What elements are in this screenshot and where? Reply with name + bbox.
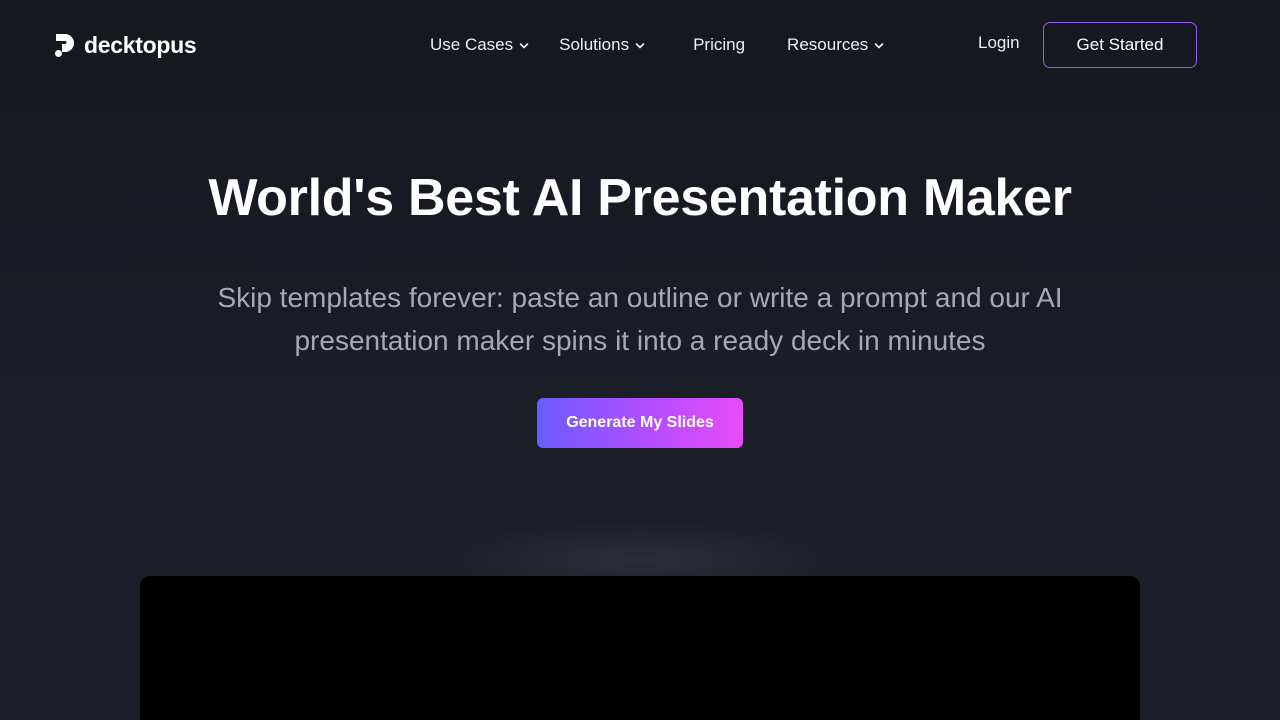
- nav-links: Use Cases Solutions Pricing Resources: [430, 33, 884, 57]
- page-title: World's Best AI Presentation Maker: [208, 169, 1072, 227]
- nav-item-use-cases[interactable]: Use Cases: [430, 35, 529, 55]
- nav-item-resources[interactable]: Resources: [787, 35, 884, 55]
- nav-item-pricing[interactable]: Pricing: [693, 35, 745, 55]
- nav-item-label: Use Cases: [430, 35, 514, 54]
- generate-slides-button[interactable]: Generate My Slides: [537, 398, 743, 448]
- login-link[interactable]: Login: [978, 33, 1020, 53]
- hero-subtitle: Skip templates forever: paste an outline…: [217, 282, 1063, 356]
- brand-name: decktopus: [84, 31, 197, 58]
- nav-item-solutions[interactable]: Solutions: [559, 35, 645, 55]
- decktopus-logo-icon: [55, 34, 74, 57]
- get-started-button[interactable]: Get Started: [1043, 22, 1197, 68]
- nav-item-label: Solutions: [559, 35, 630, 54]
- demo-video-player[interactable]: [140, 576, 1140, 720]
- chevron-down-icon: [635, 43, 645, 49]
- top-navigation: decktopus Use Cases Solutions Pricing Re…: [0, 0, 1280, 90]
- brand-logo[interactable]: decktopus: [54, 31, 197, 59]
- chevron-down-icon: [519, 43, 529, 49]
- chevron-down-icon: [875, 43, 884, 49]
- nav-item-label: Pricing: [693, 35, 746, 54]
- nav-item-label: Resources: [787, 35, 869, 54]
